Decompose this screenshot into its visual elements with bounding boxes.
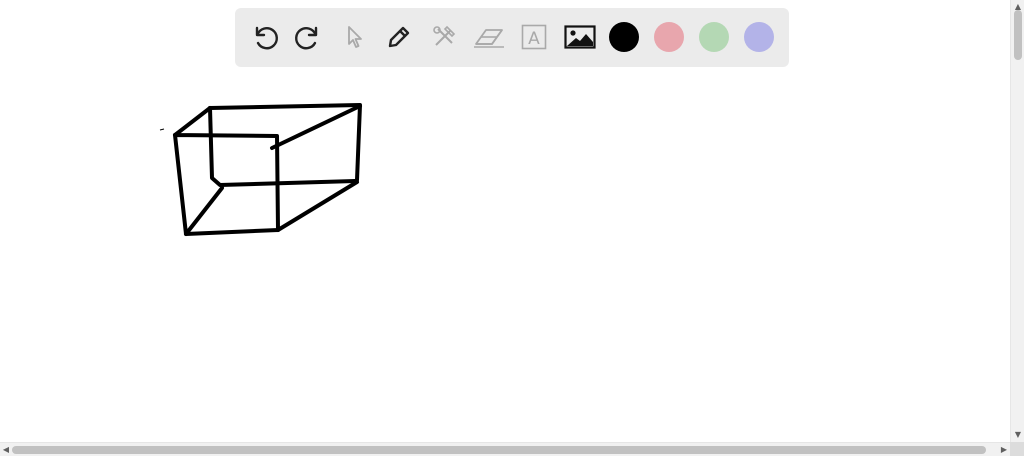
undo-icon [255, 26, 278, 50]
pen-tool-button[interactable] [379, 17, 419, 57]
color-swatch-lavender[interactable] [744, 22, 774, 52]
eraser-tool-button[interactable] [469, 17, 509, 57]
color-swatch-green[interactable] [699, 22, 729, 52]
redo-button[interactable] [289, 17, 329, 57]
horizontal-scroll-thumb[interactable] [12, 446, 986, 454]
pointer-icon [348, 26, 362, 48]
pencil-icon [388, 26, 410, 48]
color-swatch-pink[interactable] [654, 22, 684, 52]
scrollbar-corner [1010, 442, 1024, 456]
image-tool-button[interactable] [560, 17, 600, 57]
scroll-left-arrow[interactable]: ◀ [0, 443, 12, 456]
scroll-right-arrow[interactable]: ▶ [998, 443, 1010, 456]
vertical-scrollbar[interactable]: ▲ ▼ [1010, 0, 1024, 442]
redo-icon [295, 26, 318, 50]
eraser-icon [474, 29, 504, 48]
shapes-tool-button[interactable] [424, 17, 464, 57]
text-tool-button[interactable]: A [514, 17, 554, 57]
box-top-right-edge [270, 104, 362, 150]
horizontal-scrollbar[interactable]: ◀ ▶ [0, 442, 1010, 456]
scroll-down-arrow[interactable]: ▼ [1012, 428, 1024, 442]
toolbar: A [235, 8, 789, 67]
text-icon: A [521, 24, 547, 50]
whiteboard-app: A ▲ ▼ ◀ ▶ [0, 0, 1024, 456]
color-swatch-black[interactable] [609, 22, 639, 52]
box-top-left-edge [173, 106, 212, 137]
undo-button[interactable] [244, 17, 284, 57]
box-bottom-left-edge [184, 186, 224, 236]
tools-icon [433, 25, 456, 46]
image-icon [564, 25, 596, 49]
box-bottom-right-edge [276, 180, 359, 232]
stray-mark [159, 128, 165, 131]
svg-text:A: A [528, 29, 540, 49]
vertical-scroll-thumb[interactable] [1014, 10, 1022, 60]
select-tool-button[interactable] [334, 17, 374, 57]
